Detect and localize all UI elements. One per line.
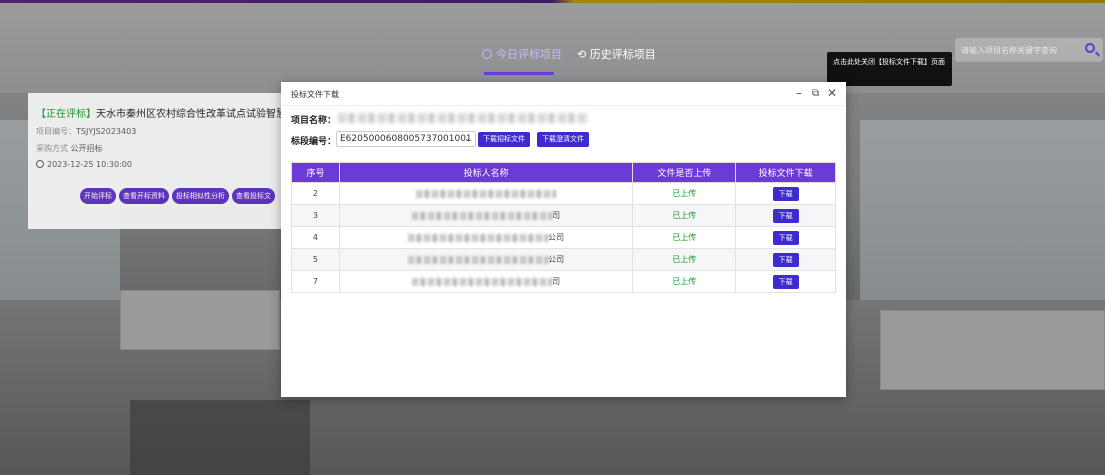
procurement-method: 公开招标 xyxy=(70,144,103,153)
table-row: 2 已上传 下载 xyxy=(291,182,836,205)
row-seq: 2 xyxy=(291,182,340,205)
col-upload-status: 文件是否上传 xyxy=(632,162,737,183)
download-button[interactable]: 下载 xyxy=(772,274,799,289)
download-cell: 下载 xyxy=(735,226,836,249)
row-seq: 7 xyxy=(291,270,340,293)
bidder-name-tail: 司 xyxy=(552,211,561,220)
procurement-method-label: 采购方式 xyxy=(36,144,68,153)
close-tooltip: 点击此处关闭【投标文件下载】页面 xyxy=(827,52,952,91)
tab-today-projects[interactable]: 今日评标项目 xyxy=(482,46,562,62)
redacted-text xyxy=(408,233,549,242)
history-icon: ⟲ xyxy=(577,48,587,61)
project-name-value-redacted xyxy=(338,113,588,123)
download-cell: 下载 xyxy=(735,182,836,205)
col-seq: 序号 xyxy=(291,162,340,183)
active-tab-underline xyxy=(484,72,554,75)
project-number: TSJYJS2023403 xyxy=(76,127,137,136)
datetime-row: 2023-12-25 10:30:00 xyxy=(36,160,132,169)
upload-status: 已上传 xyxy=(632,182,737,205)
bidder-table: 序号 投标人名称 文件是否上传 投标文件下载 2 已上传 下载 3 司 已上传 … xyxy=(291,162,836,293)
bidder-name-tail: 公司 xyxy=(548,233,565,242)
row-seq: 3 xyxy=(291,204,340,227)
bidder-name-tail: 司 xyxy=(552,277,561,286)
row-seq: 4 xyxy=(291,226,340,249)
close-icon[interactable]: ✕ xyxy=(827,86,837,100)
lot-number-select[interactable]: E6205000608005737001001 ⌄ xyxy=(336,131,476,147)
card-actions: 开始评标 查看开标资料 投标相似性分析 查看投标文 xyxy=(80,188,278,204)
download-cell: 下载 xyxy=(735,270,836,293)
download-clarification-button[interactable]: 下载澄清文件 xyxy=(537,132,589,147)
search-box xyxy=(955,38,1103,62)
download-cell: 下载 xyxy=(735,204,836,227)
bid-download-modal: 投标文件下载 – ⧉ ✕ 项目名称： 标段编号： E62050006080057… xyxy=(281,82,846,397)
upload-status: 已上传 xyxy=(632,226,737,249)
view-opening-docs-button[interactable]: 查看开标资料 xyxy=(119,188,169,204)
bidder-name-redacted: 司 xyxy=(338,204,634,227)
upload-status: 已上传 xyxy=(632,270,737,293)
project-card: 【正在评标】天水市秦州区农村综合性改革试点试验智慧农业实 项目编号：TSJYJS… xyxy=(28,93,316,229)
table-row: 4 公司 已上传 下载 xyxy=(291,226,836,249)
download-button[interactable]: 下载 xyxy=(772,252,799,267)
tab-history-projects[interactable]: ⟲ 历史评标项目 xyxy=(577,46,656,62)
table-row: 7 司 已上传 下载 xyxy=(291,270,836,293)
download-button[interactable]: 下载 xyxy=(772,230,799,245)
table-header-row: 序号 投标人名称 文件是否上传 投标文件下载 xyxy=(291,162,836,183)
modal-header: 投标文件下载 – ⧉ ✕ xyxy=(281,82,846,106)
chevron-down-icon: ⌄ xyxy=(464,134,471,143)
bidder-name-tail: 公司 xyxy=(548,255,565,264)
tab-history-label: 历史评标项目 xyxy=(589,48,656,61)
bidder-name-redacted: 公司 xyxy=(338,248,634,271)
tab-today-label: 今日评标项目 xyxy=(496,48,562,61)
search-icon[interactable] xyxy=(1085,43,1095,53)
bidder-name-redacted xyxy=(338,182,634,205)
search-input[interactable] xyxy=(961,42,1073,58)
col-bidder: 投标人名称 xyxy=(338,162,634,183)
maximize-icon[interactable]: ⧉ xyxy=(812,87,819,101)
project-name-label: 项目名称： xyxy=(291,116,337,126)
bidder-name-redacted: 公司 xyxy=(338,226,634,249)
redacted-text xyxy=(408,255,549,264)
bidder-name-redacted: 司 xyxy=(338,270,634,293)
similarity-analysis-button[interactable]: 投标相似性分析 xyxy=(172,188,229,204)
view-bid-docs-button[interactable]: 查看投标文 xyxy=(232,188,275,204)
procurement-method-row: 采购方式 公开招标 xyxy=(36,143,103,154)
project-datetime: 2023-12-25 10:30:00 xyxy=(47,160,132,169)
redacted-text xyxy=(412,277,553,286)
project-number-row: 项目编号：TSJYJS2023403 xyxy=(36,126,136,137)
download-bid-file-button[interactable]: 下载招标文件 xyxy=(478,132,530,147)
lot-number-label: 标段编号： xyxy=(291,137,337,147)
project-number-label: 项目编号： xyxy=(36,127,76,136)
upload-status: 已上传 xyxy=(632,204,737,227)
lot-number-value: E6205000608005737001001 xyxy=(340,134,472,144)
clock-icon xyxy=(36,160,44,168)
status-badge: 【正在评标】 xyxy=(36,109,96,120)
modal-title: 投标文件下载 xyxy=(291,90,339,99)
row-seq: 5 xyxy=(291,248,340,271)
project-title: 【正在评标】天水市秦州区农村综合性改革试点试验智慧农业实 xyxy=(36,105,316,120)
table-row: 3 司 已上传 下载 xyxy=(291,204,836,227)
upload-status: 已上传 xyxy=(632,248,737,271)
download-button[interactable]: 下载 xyxy=(772,186,799,201)
download-button[interactable]: 下载 xyxy=(772,208,799,223)
download-cell: 下载 xyxy=(735,248,836,271)
redacted-text xyxy=(416,189,557,198)
user-circle-icon xyxy=(482,49,492,59)
col-download: 投标文件下载 xyxy=(735,162,836,183)
redacted-text xyxy=(412,211,553,220)
table-row: 5 公司 已上传 下载 xyxy=(291,248,836,271)
minimize-icon[interactable]: – xyxy=(796,86,802,100)
start-evaluation-button[interactable]: 开始评标 xyxy=(80,188,116,204)
